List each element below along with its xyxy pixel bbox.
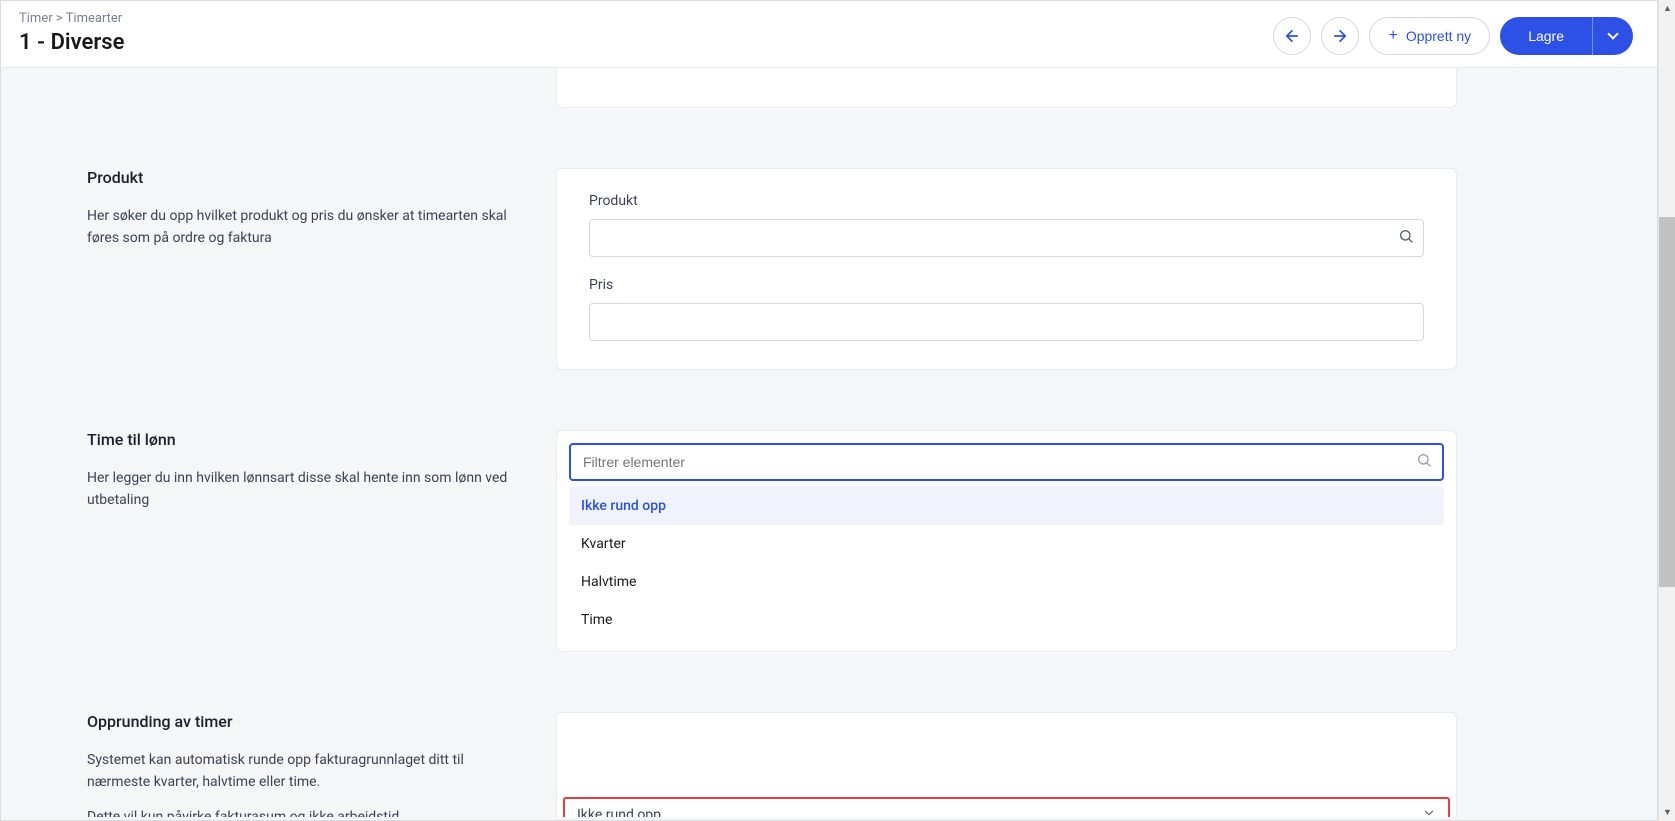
save-label: Lagre: [1528, 28, 1564, 44]
product-card: Produkt Pris: [556, 168, 1457, 370]
scroll-up-button[interactable]: ▲: [1659, 0, 1675, 17]
scrollbar[interactable]: ▲ ▼: [1658, 0, 1675, 821]
section-title-rounding: Opprunding av timer: [87, 712, 516, 731]
section-desc-wage: Her legger du inn hvilken lønnsart disse…: [87, 467, 516, 512]
section-desc-rounding-1: Systemet kan automatisk runde opp faktur…: [87, 749, 516, 794]
option-list: Ikke rund opp Kvarter Halvtime Time: [569, 487, 1444, 639]
wage-card: Ikke rund opp Kvarter Halvtime Time: [556, 430, 1457, 652]
filter-input[interactable]: [569, 443, 1444, 481]
prev-button[interactable]: [1273, 17, 1311, 55]
arrow-left-icon: [1283, 27, 1301, 45]
rounding-selected-label: Ikke rund opp: [577, 807, 661, 817]
scrollbar-thumb[interactable]: [1659, 217, 1675, 587]
option-kvarter[interactable]: Kvarter: [569, 525, 1444, 563]
breadcrumb-sep: >: [56, 11, 63, 26]
option-time[interactable]: Time: [569, 601, 1444, 639]
save-dropdown-button[interactable]: [1593, 17, 1633, 55]
scrollbar-track[interactable]: [1659, 17, 1675, 804]
scroll-down-button[interactable]: ▼: [1659, 804, 1675, 821]
arrow-right-icon: [1331, 27, 1349, 45]
next-button[interactable]: [1321, 17, 1359, 55]
create-button[interactable]: + Opprett ny: [1369, 17, 1490, 55]
section-title-product: Produkt: [87, 168, 516, 187]
price-field-label: Pris: [589, 277, 1424, 293]
option-ikke-rund-opp[interactable]: Ikke rund opp: [569, 487, 1444, 525]
search-icon: [1416, 452, 1432, 472]
chevron-down-icon: [1607, 28, 1618, 39]
breadcrumb: Timer > Timearter: [19, 11, 124, 26]
product-input[interactable]: [589, 219, 1424, 257]
rounding-select[interactable]: Ikke rund opp: [563, 797, 1450, 817]
previous-card-bottom: [556, 68, 1457, 108]
breadcrumb-b[interactable]: Timearter: [66, 11, 123, 26]
section-desc-product: Her søker du opp hvilket produkt og pris…: [87, 205, 516, 250]
price-input[interactable]: [589, 303, 1424, 341]
plus-icon: +: [1388, 27, 1397, 45]
chevron-down-icon: [1422, 806, 1436, 817]
save-button[interactable]: Lagre: [1500, 17, 1593, 55]
page-title: 1 - Diverse: [19, 30, 124, 55]
rounding-card: Ikke rund opp: [556, 712, 1457, 817]
breadcrumb-a[interactable]: Timer: [19, 11, 53, 26]
option-halvtime[interactable]: Halvtime: [569, 563, 1444, 601]
product-field-label: Produkt: [589, 193, 1424, 209]
section-desc-rounding-2: Dette vil kun påvirke fakturasum og ikke…: [87, 806, 516, 817]
create-label: Opprett ny: [1406, 28, 1471, 44]
section-title-wage: Time til lønn: [87, 430, 516, 449]
